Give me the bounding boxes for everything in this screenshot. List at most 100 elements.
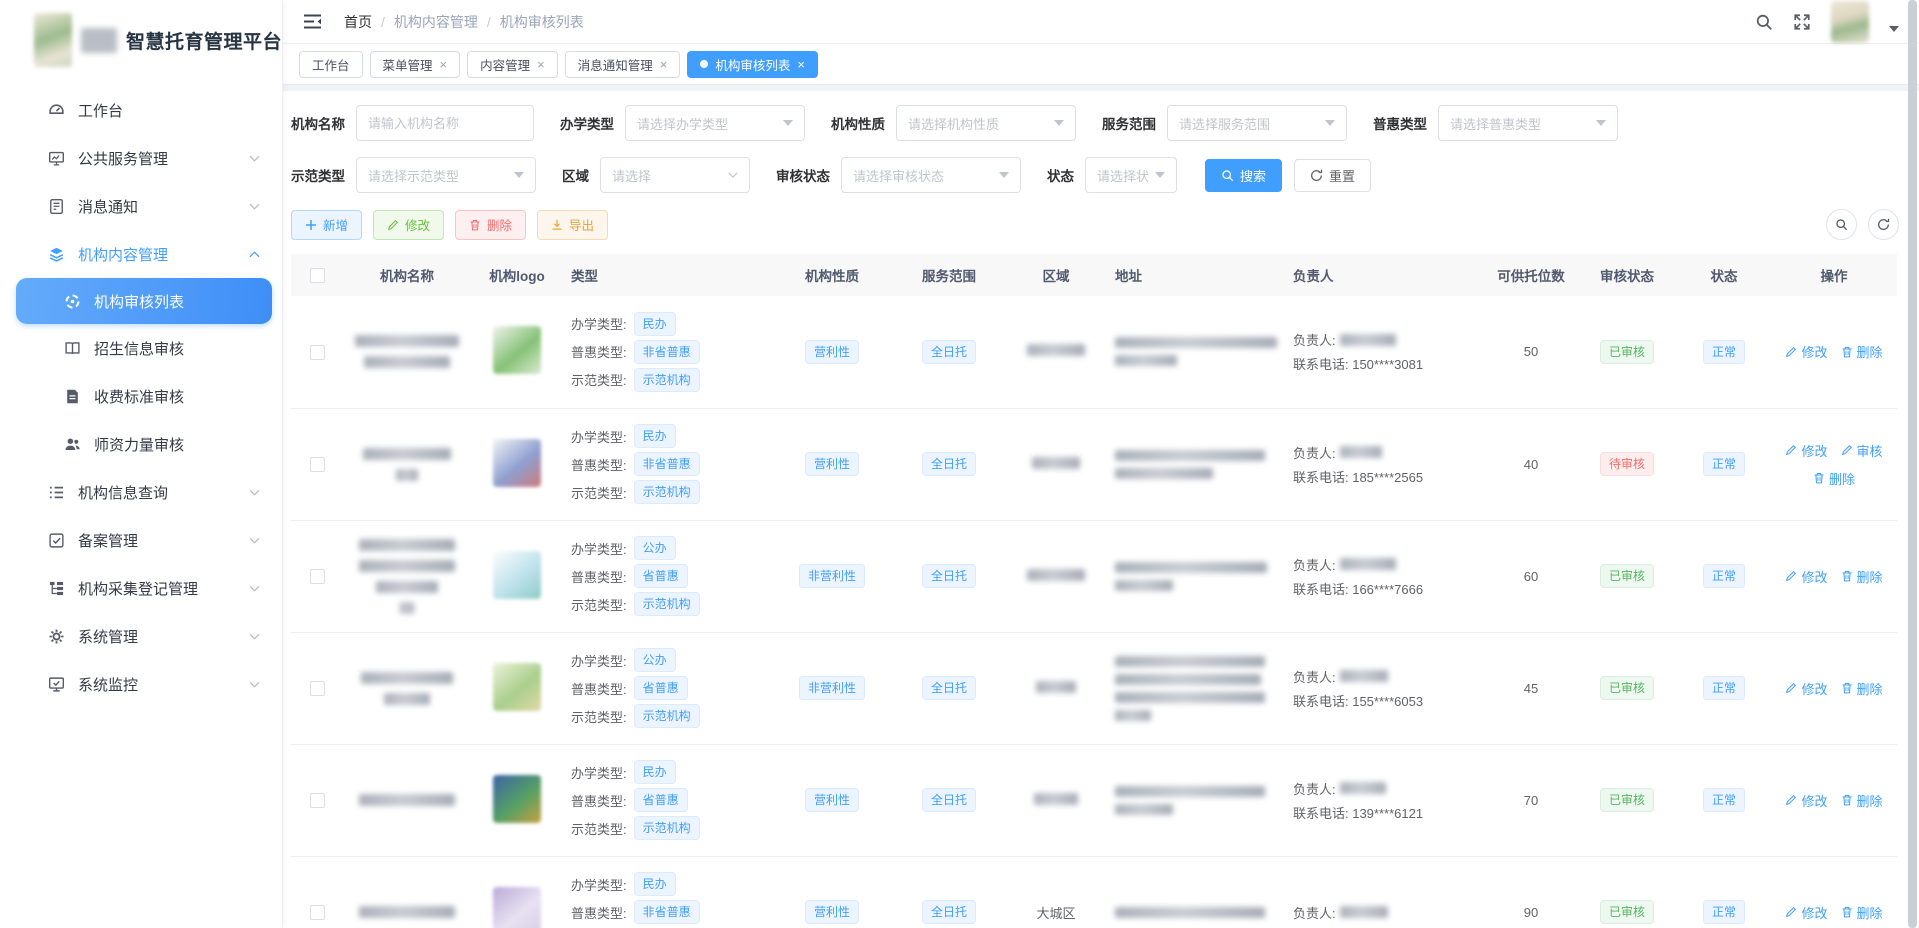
edit-button-label: 修改 [405, 215, 430, 234]
tab-close-icon[interactable]: × [440, 58, 448, 71]
sidebar-item-faculty-audit[interactable]: 师资力量审核 [0, 420, 282, 468]
row-action-edit[interactable]: 修改 [1785, 441, 1827, 460]
row-checkbox[interactable] [310, 681, 325, 696]
tab-label: 内容管理 [480, 55, 530, 74]
redacted-text [1115, 656, 1277, 721]
select-all-checkbox[interactable] [310, 268, 325, 283]
demo-type-tag: 示范机构 [634, 704, 700, 728]
row-action-delete[interactable]: 删除 [1841, 903, 1883, 922]
org-nature-select[interactable]: 请选择机构性质 [896, 105, 1076, 141]
filter-field-org-nature: 机构性质 请选择机构性质 [831, 105, 1076, 141]
redacted-text [351, 794, 463, 806]
page-scrollbar[interactable] [1908, 0, 1917, 928]
org-name-input[interactable] [356, 105, 534, 141]
school-type-select[interactable]: 请选择办学类型 [625, 105, 805, 141]
tab-org-audit-list[interactable]: 机构审核列表 × [687, 51, 818, 78]
tab-close-icon[interactable]: × [537, 58, 545, 71]
breadcrumb-item-home[interactable]: 首页 [344, 12, 372, 32]
demo-type-tag: 示范机构 [634, 592, 700, 616]
table-search-button[interactable] [1826, 209, 1857, 240]
tab-notice-mgmt[interactable]: 消息通知管理 × [565, 51, 681, 78]
reset-button[interactable]: 重置 [1294, 159, 1371, 192]
sidebar-item-system-monitor[interactable]: 系统监控 [0, 660, 282, 708]
row-checkbox[interactable] [310, 793, 325, 808]
status-badge: 正常 [1703, 340, 1745, 364]
breadcrumb-item-org-content[interactable]: 机构内容管理 [394, 12, 478, 32]
row-action-delete[interactable]: 删除 [1841, 567, 1883, 586]
sidebar-item-org-info-query[interactable]: 机构信息查询 [0, 468, 282, 516]
benefit-type-select[interactable]: 请选择普惠类型 [1438, 105, 1618, 141]
sidebar-item-org-collect-mgmt[interactable]: 机构采集登记管理 [0, 564, 282, 612]
tab-label: 消息通知管理 [578, 55, 653, 74]
tab-close-icon[interactable]: × [797, 58, 805, 71]
audit-status-badge: 已审核 [1600, 340, 1654, 364]
row-action-edit[interactable]: 修改 [1785, 342, 1827, 361]
row-action-delete[interactable]: 删除 [1841, 791, 1883, 810]
caret-down-icon[interactable] [1889, 19, 1899, 25]
tab-menu-mgmt[interactable]: 菜单管理 × [370, 51, 461, 78]
sidebar-item-fee-audit[interactable]: 收费标准审核 [0, 372, 282, 420]
sidebar-item-filing-mgmt[interactable]: 备案管理 [0, 516, 282, 564]
search-icon[interactable] [1755, 13, 1773, 31]
filter-field-org-name: 机构名称 [291, 105, 534, 141]
tab-workbench[interactable]: 工作台 [299, 51, 363, 78]
row-action-delete[interactable]: 删除 [1841, 679, 1883, 698]
row-action-delete[interactable]: 删除 [1841, 342, 1883, 361]
fullscreen-icon[interactable] [1793, 13, 1811, 31]
row-action-edit[interactable]: 修改 [1785, 791, 1827, 810]
sidebar-item-enrollment-audit[interactable]: 招生信息审核 [0, 324, 282, 372]
status-badge: 正常 [1703, 788, 1745, 812]
table-refresh-button[interactable] [1868, 209, 1899, 240]
status-select[interactable]: 请选择状态 [1085, 157, 1177, 193]
app-logo-image [34, 13, 72, 67]
select-placeholder: 请选择普惠类型 [1450, 114, 1541, 133]
sidebar-item-notifications[interactable]: 消息通知 [0, 182, 282, 230]
benefit-type-line: 普惠类型:省普惠 [571, 788, 763, 812]
row-checkbox[interactable] [310, 905, 325, 920]
chevron-down-icon [249, 153, 260, 164]
collapse-menu-icon[interactable] [303, 14, 322, 29]
row-action-audit[interactable]: 审核 [1841, 441, 1883, 460]
school-type-line: 办学类型:民办 [571, 760, 763, 784]
row-checkbox[interactable] [310, 345, 325, 360]
edit-icon [1841, 444, 1853, 456]
tab-content-mgmt[interactable]: 内容管理 × [467, 51, 558, 78]
users-icon [64, 436, 81, 453]
column-header-scope: 服务范围 [922, 269, 976, 284]
row-action-edit[interactable]: 修改 [1785, 679, 1827, 698]
row-action-edit[interactable]: 修改 [1785, 567, 1827, 586]
demo-type-line: 示范类型:示范机构 [571, 704, 763, 728]
org-logo-image [493, 775, 541, 823]
sidebar: 智慧托育管理平台 工作台 公共服务管理 消息通知 机构内容管理 机构审核列表 招… [0, 0, 283, 928]
delete-icon [1813, 472, 1825, 484]
slots-count: 40 [1524, 457, 1538, 472]
check-square-icon [48, 532, 65, 549]
org-audit-table: 机构名称机构logo类型机构性质服务范围区域地址负责人可供托位数审核状态状态操作… [291, 254, 1897, 928]
demo-type-select[interactable]: 请选择示范类型 [356, 157, 536, 193]
benefit-type-tag: 省普惠 [634, 676, 688, 700]
row-action-delete[interactable]: 删除 [1813, 469, 1855, 488]
row-action-edit[interactable]: 修改 [1785, 903, 1827, 922]
edit-button[interactable]: 修改 [373, 210, 444, 240]
search-button[interactable]: 搜索 [1205, 159, 1282, 192]
user-avatar[interactable] [1831, 1, 1869, 43]
sidebar-item-workbench[interactable]: 工作台 [0, 86, 282, 134]
audit-status-select[interactable]: 请选择审核状态 [841, 157, 1021, 193]
sidebar-item-public-service[interactable]: 公共服务管理 [0, 134, 282, 182]
breadcrumb-separator: / [381, 14, 385, 30]
tab-close-icon[interactable]: × [660, 58, 668, 71]
sidebar-item-system-mgmt[interactable]: 系统管理 [0, 612, 282, 660]
export-button[interactable]: 导出 [537, 210, 608, 240]
row-checkbox[interactable] [310, 569, 325, 584]
select-arrow-icon [1325, 118, 1335, 128]
status-badge: 正常 [1703, 452, 1745, 476]
region-select[interactable]: 请选择 [600, 157, 750, 193]
service-scope-select[interactable]: 请选择服务范围 [1167, 105, 1347, 141]
sidebar-item-org-audit-list[interactable]: 机构审核列表 [16, 278, 272, 324]
sidebar-item-org-content[interactable]: 机构内容管理 [0, 230, 282, 278]
row-checkbox[interactable] [310, 457, 325, 472]
add-button[interactable]: 新增 [291, 210, 362, 240]
app-logo-text-redacted [81, 28, 117, 53]
manager-line: 负责人: [1293, 779, 1477, 798]
delete-button[interactable]: 删除 [455, 210, 526, 240]
